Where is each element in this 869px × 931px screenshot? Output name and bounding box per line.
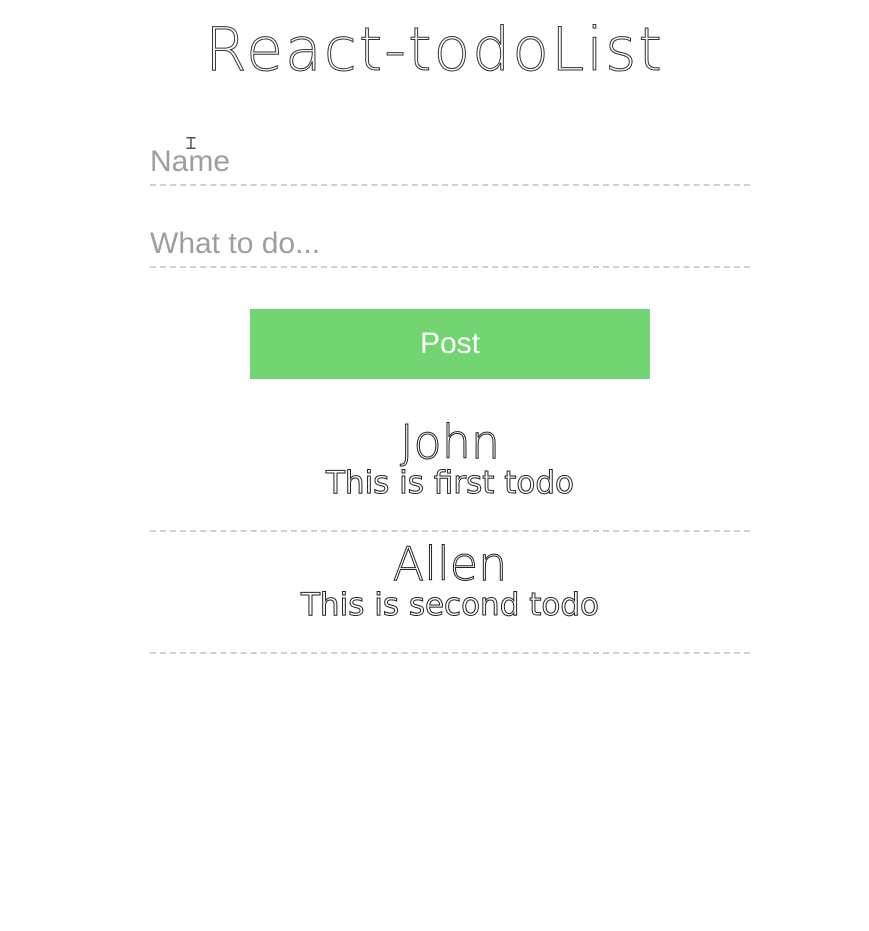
todo-author: Allen [392,537,508,591]
todo-app: React-todoList Ꮖ Post John This is first… [0,0,869,931]
todo-item[interactable]: John This is first todo [150,410,750,532]
todo-text: This is first todo [325,465,574,501]
post-button[interactable]: Post [250,309,650,379]
name-field-wrapper [150,140,750,186]
todo-text: This is second todo [301,587,600,623]
todo-list: John This is first todo Allen This is se… [150,410,750,654]
todo-field-wrapper [150,222,750,268]
todo-author: John [399,415,501,469]
todo-item[interactable]: Allen This is second todo [150,532,750,654]
name-input[interactable] [150,140,750,184]
todo-input[interactable] [150,222,750,266]
app-title: React-todoList [205,15,664,86]
